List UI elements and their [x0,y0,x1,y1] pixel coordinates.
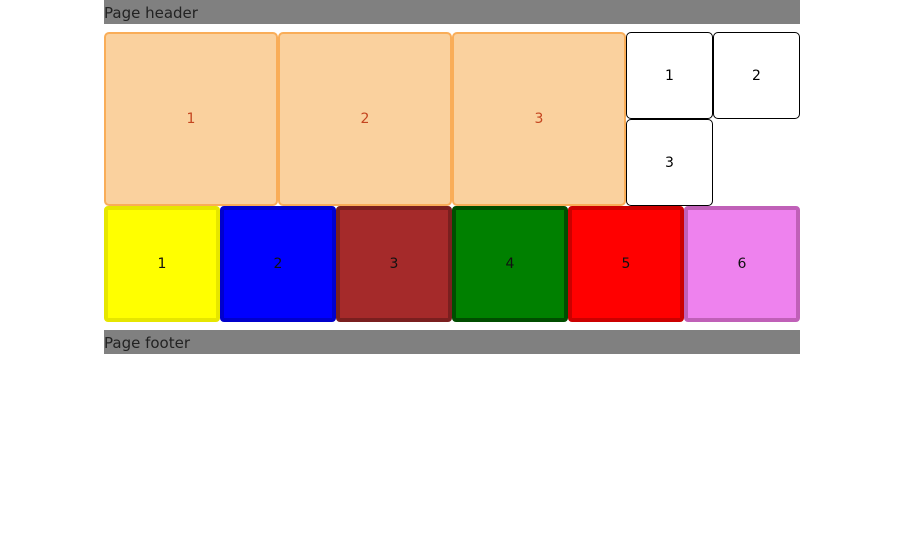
color-item-3: 3 [336,206,452,322]
page-footer: Page footer [104,330,800,354]
color-item-5: 5 [568,206,684,322]
large-item-2: 2 [278,32,452,206]
color-item-6: 6 [684,206,800,322]
color-item-4: 4 [452,206,568,322]
color-item-1: 1 [104,206,220,322]
small-item-1: 1 [626,32,713,119]
color-item-2: 2 [220,206,336,322]
page-header: Page header [104,0,800,24]
small-item-2: 2 [713,32,800,119]
large-item-1: 1 [104,32,278,206]
large-item-3: 3 [452,32,626,206]
small-item-3: 3 [626,119,713,206]
